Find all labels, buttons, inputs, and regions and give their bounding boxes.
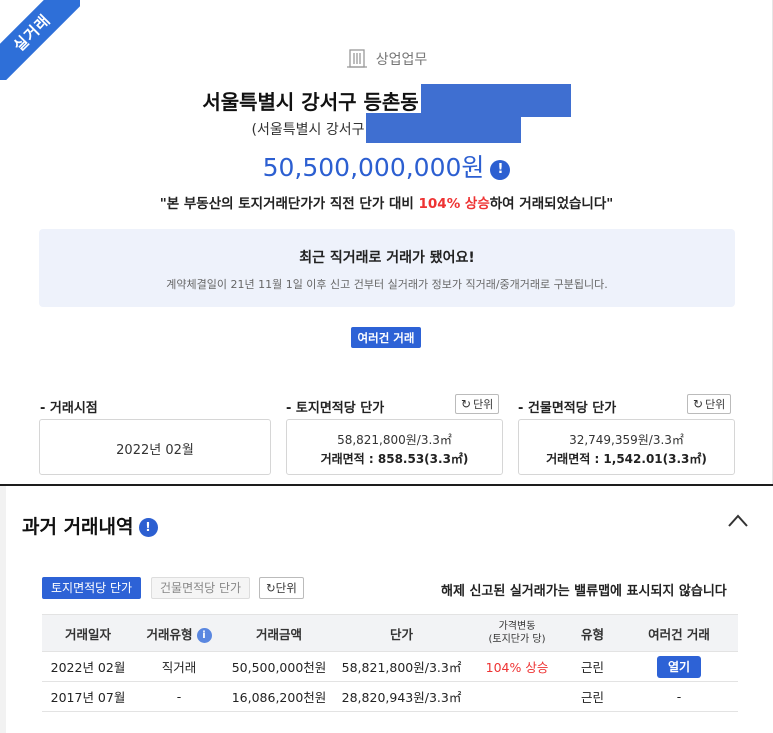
history-panel: 과거 거래내역! 토지면적당 단가 건물면적당 단가 ↻단위 해제 신고된 실거… (0, 484, 773, 733)
multi-transaction-button[interactable]: 여러건 거래 (351, 327, 421, 348)
price-value: 50,500,000,000원 (262, 153, 485, 182)
address-main-text: 서울특별시 강서구 등촌동 (202, 90, 419, 114)
row-type: - (134, 681, 224, 712)
land-area-value: 거래면적 : 858.53(3.3㎡) (320, 452, 469, 466)
table-row: 2017년 07월 - 16,086,200천원 28,820,943원/3.3… (42, 681, 738, 712)
redaction-mask (366, 113, 522, 143)
category-text: 상업업무 (375, 52, 428, 68)
panel-edge (0, 486, 6, 733)
address-sub: (서울특별시 강서구 (0, 113, 773, 143)
row-amount: 50,500,000천원 (224, 651, 334, 682)
cancellation-note: 해제 신고된 실거래가는 밸류맵에 표시되지 않습니다 (441, 584, 727, 599)
history-title-text: 과거 거래내역 (22, 516, 134, 538)
date-value: 2022년 02월 (116, 443, 194, 458)
direct-transaction-notice: 최근 직거래로 거래가 됐어요! 계약체결일이 21년 11월 1일 이후 신고… (39, 229, 735, 307)
col-type-label: 거래유형 (146, 626, 193, 642)
row-unit-price: 58,821,800원/3.3㎡ (334, 651, 469, 682)
building-price-box: 32,749,359원/3.3㎡ 거래면적 : 1,542.01(3.3㎡) (518, 419, 735, 475)
building-unit-button[interactable]: ↻ 단위 (687, 394, 732, 414)
quote-prefix: "본 부동산의 토지거래단가가 직전 단가 대비 (159, 196, 419, 212)
history-table: 거래일자 거래유형 i 거래금액 단가 가격변동 (토지단가 당) 유형 여러건 거… (42, 614, 738, 712)
row-multi: - (620, 681, 738, 712)
category-label: 상업업무 (0, 48, 773, 69)
col-date: 거래일자 (42, 614, 134, 652)
col-type: 거래유형 i (134, 614, 224, 652)
building-area-value: 거래면적 : 1,542.01(3.3㎡) (546, 452, 707, 466)
transaction-summary-panel: 실거래 상업업무 서울특별시 강서구 등촌동 (서울특별시 강서구 50,500… (0, 0, 773, 484)
address-sub-text: (서울특별시 강서구 (251, 122, 365, 138)
row-multi: 열기 (620, 651, 738, 682)
row-kind: 근린 (565, 651, 620, 682)
building-price-value: 32,749,359원/3.3㎡ (569, 433, 684, 447)
table-header-row: 거래일자 거래유형 i 거래금액 단가 가격변동 (토지단가 당) 유형 여러건 거… (42, 614, 738, 652)
history-unit-button[interactable]: ↻단위 (259, 577, 304, 599)
tab-building-price[interactable]: 건물면적당 단가 (151, 577, 251, 599)
transaction-price: 50,500,000,000원! (0, 148, 773, 184)
row-change: 104% 상승 (469, 651, 565, 682)
col-change-line2: (토지단가 당) (488, 634, 546, 645)
unit-label: 단위 (705, 398, 726, 411)
info-icon[interactable]: i (196, 627, 212, 643)
price-change-quote: "본 부동산의 토지거래단가가 직전 단가 대비 104% 상승하여 거래되었습… (0, 192, 773, 212)
land-unit-button[interactable]: ↻ 단위 (455, 394, 500, 414)
land-price-value: 58,821,800원/3.3㎡ (337, 433, 452, 447)
tab-land-price[interactable]: 토지면적당 단가 (42, 577, 142, 599)
col-unit-price: 단가 (334, 614, 469, 652)
refresh-icon: ↻ (693, 397, 704, 411)
row-change (469, 681, 565, 712)
open-button[interactable]: 열기 (657, 655, 701, 678)
row-date: 2017년 07월 (42, 681, 134, 712)
quote-highlight: 104% 상승 (418, 196, 490, 212)
building-price-caption: - 건물면적당 단가 (518, 401, 617, 416)
table-row: 2022년 02월 직거래 50,500,000천원 58,821,800원/3… (42, 651, 738, 682)
unit-label: 단위 (275, 581, 297, 595)
quote-suffix: 하여 거래되었습니다" (489, 196, 614, 212)
notice-subtitle: 계약체결일이 21년 11월 1일 이후 신고 건부터 실거래가 정보가 직거래… (166, 278, 608, 291)
col-change-line1: 가격변동 (498, 621, 536, 632)
row-amount: 16,086,200천원 (224, 681, 334, 712)
row-type: 직거래 (134, 651, 224, 682)
unit-label: 단위 (473, 398, 494, 411)
building-icon (346, 49, 367, 68)
land-price-box: 58,821,800원/3.3㎡ 거래면적 : 858.53(3.3㎡) (286, 419, 503, 475)
refresh-icon: ↻ (461, 397, 472, 411)
col-amount: 거래금액 (224, 614, 334, 652)
refresh-icon: ↻ (266, 581, 276, 595)
col-kind: 유형 (565, 614, 620, 652)
date-box: 2022년 02월 (39, 419, 271, 475)
row-date: 2022년 02월 (42, 651, 134, 682)
row-kind: 근린 (565, 681, 620, 712)
land-price-caption: - 토지면적당 단가 (286, 401, 385, 416)
date-caption: - 거래시점 (40, 401, 98, 416)
col-price-change: 가격변동 (토지단가 당) (469, 614, 565, 652)
col-multi: 여러건 거래 (620, 614, 738, 652)
row-unit-price: 28,820,943원/3.3㎡ (334, 681, 469, 712)
chevron-up-icon[interactable] (728, 512, 748, 528)
history-title: 과거 거래내역! (22, 512, 158, 539)
info-icon[interactable]: ! (138, 518, 158, 537)
info-icon[interactable]: ! (490, 160, 511, 180)
notice-title: 최근 직거래로 거래가 됐어요! (299, 250, 475, 266)
